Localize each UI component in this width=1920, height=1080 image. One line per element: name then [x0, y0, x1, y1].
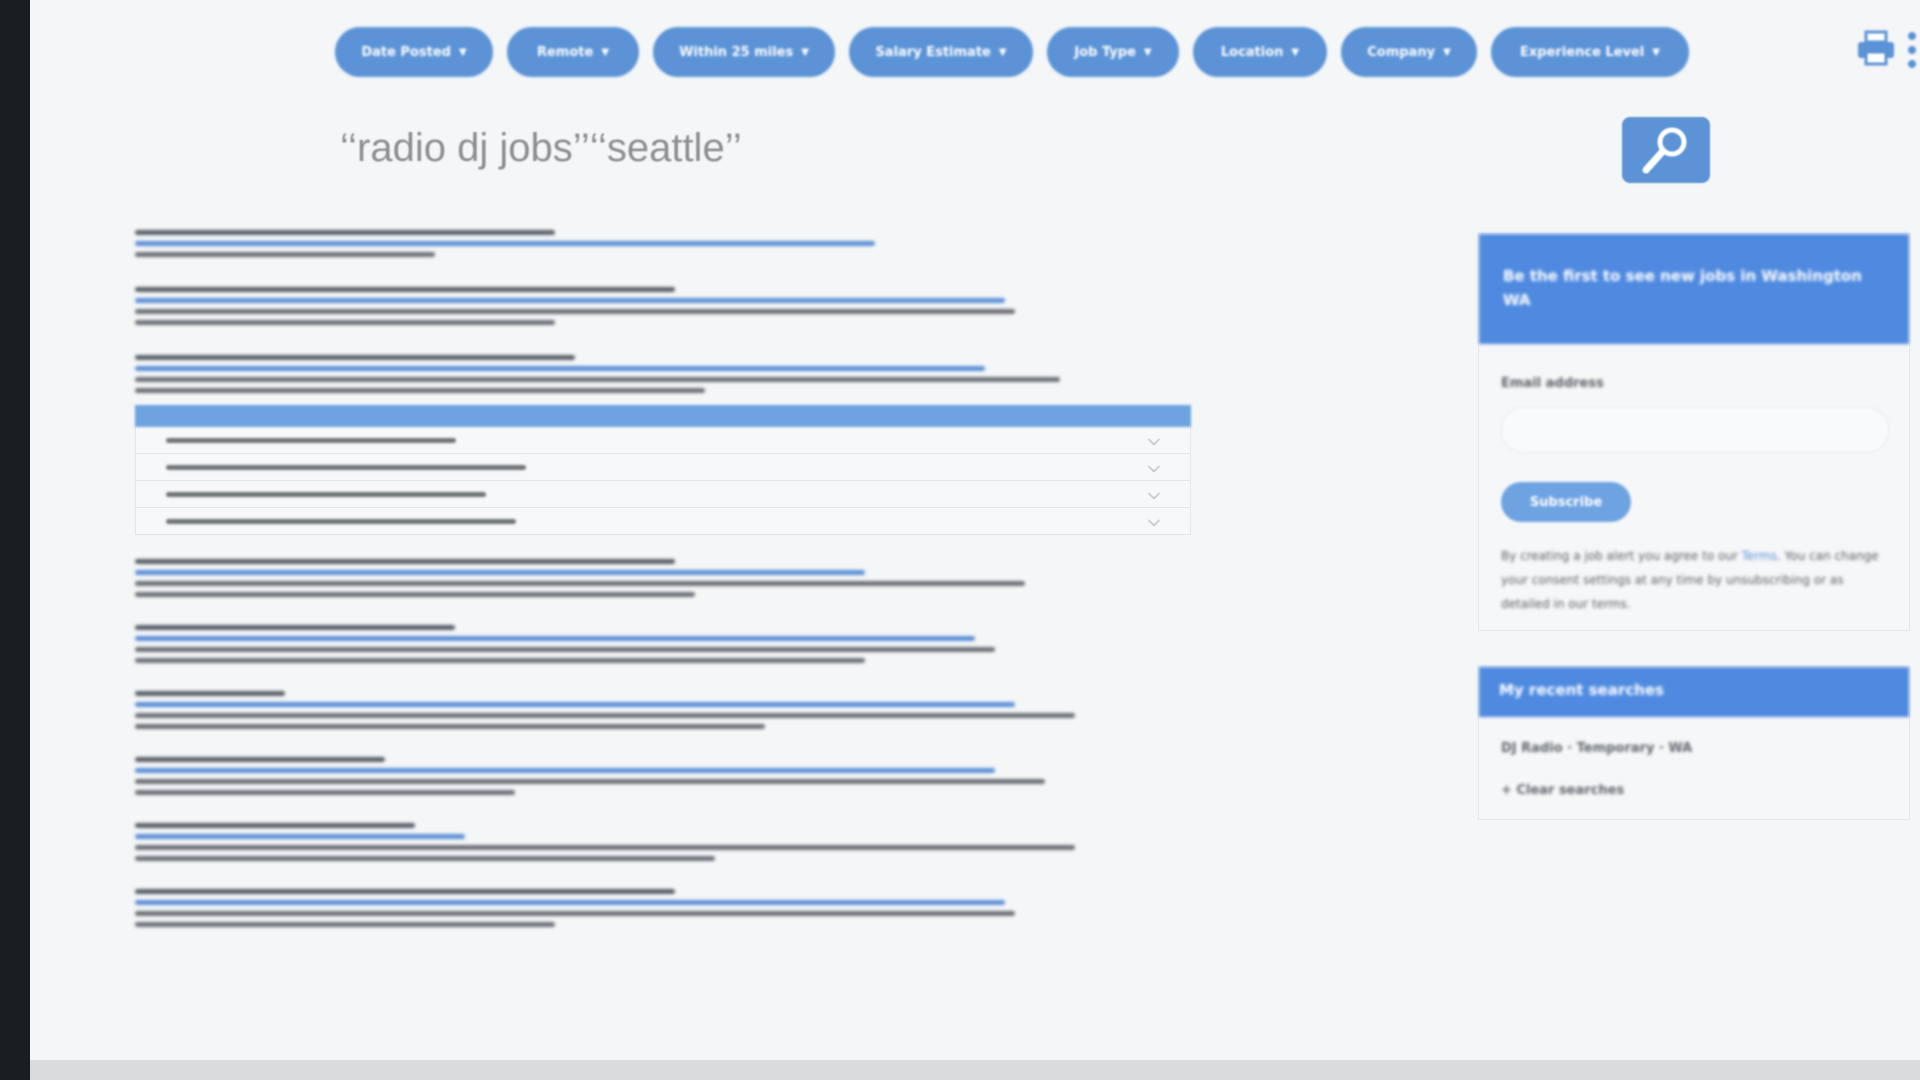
filter-label: Within 25 miles	[679, 44, 794, 60]
job-alert-heading: Be the first to see new jobs in Washingt…	[1479, 234, 1909, 344]
subscribe-button[interactable]: Subscribe	[1501, 482, 1631, 522]
accordion-item[interactable]: ⌵	[135, 481, 1191, 508]
filter-remote[interactable]: Remote ▼	[507, 27, 639, 77]
caret-down-icon: ▼	[1652, 46, 1660, 58]
result-item[interactable]	[135, 691, 1115, 729]
filter-label: Date Posted	[361, 44, 451, 60]
search-button[interactable]	[1622, 117, 1710, 183]
browser-viewport: Date Posted ▼ Remote ▼ Within 25 miles ▼ Sa…	[30, 0, 1920, 1060]
filter-distance[interactable]: Within 25 miles ▼	[653, 27, 835, 77]
caret-down-icon: ▼	[1443, 46, 1451, 58]
filter-label: Remote	[536, 44, 594, 60]
results-list: ⌵ ⌵ ⌵ ⌵	[135, 230, 1191, 933]
recent-searches-heading: My recent searches	[1479, 667, 1909, 717]
faq-accordion: ⌵ ⌵ ⌵ ⌵	[135, 405, 1191, 535]
filter-label: Company	[1367, 44, 1436, 60]
accordion-item[interactable]: ⌵	[135, 427, 1191, 454]
filter-label: Location	[1220, 44, 1284, 60]
terms-link[interactable]: Terms	[1742, 549, 1777, 563]
job-alert-card: Be the first to see new jobs in Washingt…	[1478, 233, 1910, 631]
result-item[interactable]	[135, 287, 1115, 325]
chevron-down-icon: ⌵	[1147, 430, 1160, 449]
search-icon	[1642, 127, 1687, 174]
filter-experience[interactable]: Experience Level ▼	[1491, 27, 1689, 77]
chevron-down-icon: ⌵	[1147, 511, 1160, 530]
accordion-item[interactable]: ⌵	[135, 508, 1191, 535]
result-item[interactable]	[135, 757, 1115, 795]
bottom-edge	[30, 1060, 1920, 1080]
search-query-input[interactable]: ‘‘radio dj jobs’’‘‘seattle’’	[340, 126, 742, 171]
result-item[interactable]	[135, 889, 1115, 927]
chevron-down-icon: ⌵	[1147, 484, 1160, 503]
terms-text: By creating a job alert you agree to our…	[1501, 544, 1891, 616]
kebab-icon[interactable]	[1906, 30, 1918, 70]
filter-date-posted[interactable]: Date Posted ▼	[335, 27, 493, 77]
print-icon[interactable]	[1856, 28, 1896, 68]
result-item[interactable]	[135, 355, 1115, 393]
caret-down-icon: ▼	[801, 46, 809, 58]
accordion-item[interactable]: ⌵	[135, 454, 1191, 481]
filter-label: Experience Level	[1520, 44, 1645, 60]
result-item[interactable]	[135, 823, 1115, 861]
result-item[interactable]	[135, 230, 1115, 257]
caret-down-icon: ▼	[1291, 46, 1300, 58]
recent-search-item[interactable]: DJ Radio · Temporary · WA	[1501, 741, 1692, 756]
caret-down-icon: ▼	[998, 46, 1007, 58]
result-item[interactable]	[135, 559, 1115, 597]
filter-location[interactable]: Location ▼	[1193, 27, 1327, 77]
clear-searches-link[interactable]: + Clear searches	[1501, 783, 1624, 798]
filter-label: Salary Estimate	[875, 44, 991, 60]
filter-bar: Date Posted ▼ Remote ▼ Within 25 miles ▼ Sa…	[335, 27, 1689, 77]
caret-down-icon: ▼	[601, 46, 610, 58]
accordion-header	[135, 405, 1191, 427]
recent-searches-card: My recent searches DJ Radio · Temporary …	[1478, 666, 1910, 820]
filter-label: Job Type	[1074, 44, 1136, 60]
result-item[interactable]	[135, 625, 1115, 663]
terms-text-start: By creating a job alert you agree to our	[1501, 549, 1742, 563]
chevron-down-icon: ⌵	[1147, 457, 1160, 476]
caret-down-icon: ▼	[458, 46, 467, 58]
filter-salary[interactable]: Salary Estimate ▼	[849, 27, 1033, 77]
filter-company[interactable]: Company ▼	[1341, 27, 1477, 77]
filter-job-type[interactable]: Job Type ▼	[1047, 27, 1179, 77]
email-label: Email address	[1501, 376, 1604, 391]
caret-down-icon: ▼	[1143, 46, 1152, 58]
email-field[interactable]	[1501, 407, 1889, 453]
